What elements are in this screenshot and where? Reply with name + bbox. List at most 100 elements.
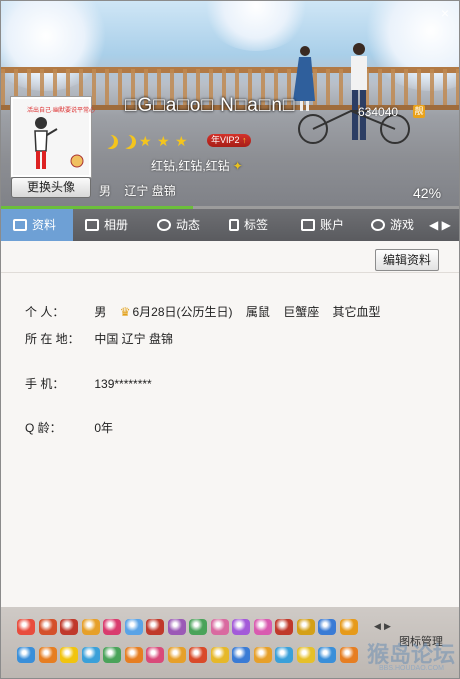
service-badge-icon[interactable] bbox=[167, 619, 186, 635]
icons-next-arrow[interactable]: ▶ bbox=[384, 621, 391, 632]
service-badge-icon[interactable] bbox=[146, 619, 164, 635]
diamond-label: 红钻,红钻,红钻 bbox=[151, 159, 230, 173]
qage-row: Q 龄： 0年 bbox=[25, 419, 113, 436]
moon-level-icon bbox=[104, 135, 118, 149]
profile-window: × 活出自己·幽默要说平常心 更换头像 □G□a□o□ N□a□n□ 63404… bbox=[0, 0, 460, 679]
blood-type: 其它血型 bbox=[332, 305, 381, 319]
service-badge-icon[interactable] bbox=[189, 619, 207, 635]
tab-label: 账户 bbox=[320, 218, 345, 232]
feed-icon bbox=[157, 219, 171, 231]
tab-games[interactable]: 游戏 bbox=[359, 209, 431, 241]
star-level-icon: ★ bbox=[175, 133, 188, 149]
diamond-icon: ✦ bbox=[232, 159, 243, 173]
service-badge-icon[interactable] bbox=[189, 647, 207, 663]
service-badge-icon[interactable] bbox=[146, 647, 164, 663]
service-badge-icon[interactable] bbox=[38, 647, 57, 663]
birthday: 6月28日(公历生日) bbox=[132, 305, 233, 319]
service-badge-icon[interactable] bbox=[17, 647, 35, 663]
service-badge-icon[interactable] bbox=[124, 619, 143, 635]
pretty-number-badge[interactable]: 靓 bbox=[413, 105, 425, 118]
service-badge-icon[interactable] bbox=[81, 619, 100, 635]
service-badge-icon[interactable] bbox=[17, 619, 35, 635]
service-badge-icon[interactable] bbox=[253, 619, 272, 635]
gender: 男 bbox=[99, 184, 112, 198]
completion-percent: 42% bbox=[413, 185, 442, 201]
avatar[interactable]: 活出自己·幽默要说平常心 bbox=[11, 97, 95, 177]
qage-value: 0年 bbox=[94, 421, 114, 435]
tab-profile[interactable]: 资料 bbox=[1, 209, 73, 241]
icons-prev-arrow[interactable]: ◀ bbox=[374, 621, 381, 632]
location: 辽宁 盘锦 bbox=[124, 184, 176, 198]
service-badge-icon[interactable] bbox=[124, 647, 143, 663]
personal-label: 个 人： bbox=[25, 305, 65, 319]
gender-location: 男 辽宁 盘锦 bbox=[99, 182, 176, 199]
constellation: 巨蟹座 bbox=[283, 305, 320, 319]
service-badge-icon[interactable] bbox=[339, 619, 358, 635]
service-badge-icon[interactable] bbox=[296, 619, 315, 635]
service-badge-icon[interactable] bbox=[210, 619, 229, 635]
star-level-icon: ★ bbox=[157, 133, 170, 149]
tab-scroll-arrows[interactable]: ◀ ▶ bbox=[429, 209, 451, 241]
personal-row: 个 人： 男 ♛ 6月28日(公历生日) 属鼠 巨蟹座 其它血型 bbox=[25, 303, 391, 320]
crown-icon: ♛ bbox=[119, 305, 131, 319]
service-badge-icon[interactable] bbox=[167, 647, 186, 663]
tab-label: 相册 bbox=[104, 218, 129, 232]
annual-vip-badge[interactable]: 年VIP2 ↑ bbox=[207, 134, 251, 147]
watermark-url: BBS.HOUDAO.COM bbox=[379, 665, 444, 672]
zodiac: 属鼠 bbox=[245, 305, 270, 319]
vip-up-arrow-icon: ↑ bbox=[242, 135, 247, 145]
tab-label: 标签 bbox=[244, 218, 269, 232]
service-badge-icon[interactable] bbox=[296, 647, 315, 663]
tab-feed[interactable]: 动态 bbox=[145, 209, 217, 241]
star-level-icon: ★ bbox=[139, 133, 152, 149]
profile-card-icon bbox=[13, 219, 27, 231]
location-value: 中国 辽宁 盘锦 bbox=[94, 332, 174, 346]
phone-label: 手 机： bbox=[25, 377, 65, 391]
profile-info-panel: 编辑资料 个 人： 男 ♛ 6月28日(公历生日) 属鼠 巨蟹座 其它血型 所 在… bbox=[1, 241, 459, 607]
service-badge-icon[interactable] bbox=[38, 619, 57, 635]
personal-gender: 男 bbox=[94, 305, 107, 319]
service-badge-icon[interactable] bbox=[318, 619, 336, 635]
location-label: 所 在 地： bbox=[25, 332, 80, 346]
service-badge-icon[interactable] bbox=[103, 647, 121, 663]
service-icon-row-1 bbox=[17, 617, 367, 639]
service-badge-icon[interactable] bbox=[339, 647, 358, 663]
profile-header: × 活出自己·幽默要说平常心 更换头像 □G□a□o□ N□a□n□ 63404… bbox=[1, 1, 459, 209]
service-icon-row-2 bbox=[17, 645, 367, 667]
change-avatar-button[interactable]: 更换头像 bbox=[11, 177, 91, 198]
edit-profile-button[interactable]: 编辑资料 bbox=[375, 249, 439, 271]
service-badge-icon[interactable] bbox=[275, 619, 293, 635]
tab-tags[interactable]: 标签 bbox=[217, 209, 289, 241]
phone-row: 手 机： 139******** bbox=[25, 375, 152, 392]
game-icon bbox=[371, 219, 385, 231]
service-badge-icon[interactable] bbox=[210, 647, 229, 663]
moon-level-icon bbox=[122, 135, 136, 149]
boy-with-bicycle bbox=[298, 43, 410, 144]
service-badge-icon[interactable] bbox=[318, 647, 336, 663]
tab-account[interactable]: 账户 bbox=[289, 209, 361, 241]
tab-label: 游戏 bbox=[390, 218, 415, 232]
service-badge-icon[interactable] bbox=[232, 647, 250, 663]
service-badge-icon[interactable] bbox=[253, 647, 272, 663]
service-badge-icon[interactable] bbox=[60, 647, 78, 663]
tab-label: 动态 bbox=[176, 218, 201, 232]
close-icon[interactable]: × bbox=[441, 5, 449, 21]
photo-album-icon bbox=[85, 219, 99, 231]
vip-label: 年VIP2 bbox=[211, 135, 240, 145]
red-diamond-list[interactable]: 红钻,红钻,红钻 ✦ bbox=[151, 157, 243, 174]
phone-value: 139******** bbox=[94, 377, 152, 391]
location-row: 所 在 地： 中国 辽宁 盘锦 bbox=[25, 330, 173, 347]
wallet-icon bbox=[301, 219, 315, 231]
service-badge-icon[interactable] bbox=[60, 619, 78, 635]
service-badge-icon[interactable] bbox=[232, 619, 250, 635]
service-badge-icon[interactable] bbox=[275, 647, 293, 663]
qq-number: 634040 bbox=[358, 105, 399, 119]
tab-bar: 资料 相册 动态 标签 账户 游戏 ◀ ▶ bbox=[1, 209, 459, 241]
tab-label: 资料 bbox=[32, 218, 57, 232]
bookmark-icon bbox=[229, 219, 239, 231]
service-badge-icon[interactable] bbox=[81, 647, 100, 663]
tab-album[interactable]: 相册 bbox=[73, 209, 145, 241]
service-badge-icon[interactable] bbox=[103, 619, 121, 635]
nickname: □G□a□o□ N□a□n□ bbox=[125, 95, 296, 116]
avatar-caption: 活出自己·幽默要说平常心 bbox=[27, 108, 95, 114]
